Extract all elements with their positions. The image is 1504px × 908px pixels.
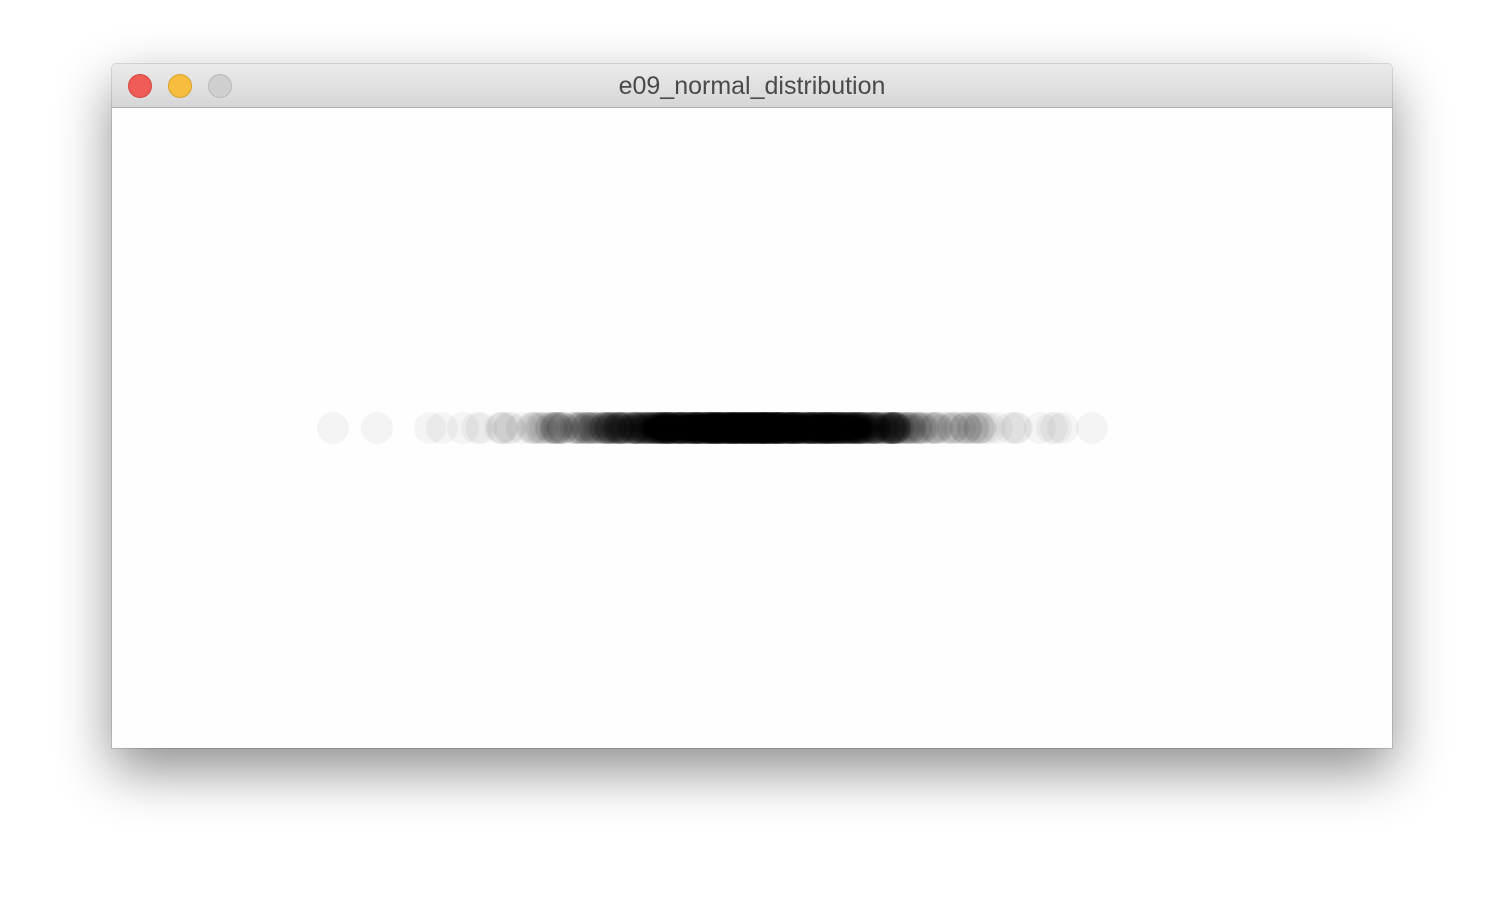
sample-dot	[878, 412, 911, 444]
sample-dot	[1040, 412, 1072, 444]
dot-group	[317, 412, 1108, 444]
sample-dot	[1076, 412, 1108, 444]
sample-dot	[447, 412, 479, 444]
sample-dot	[629, 412, 662, 444]
sample-dot	[515, 412, 548, 444]
title-bar[interactable]: e09_normal_distribution	[112, 64, 1392, 108]
window-title: e09_normal_distribution	[618, 72, 886, 100]
normal-distribution-drawing	[317, 412, 1108, 444]
sample-dot	[848, 412, 881, 444]
sketch-canvas	[112, 108, 1392, 748]
sample-dot	[818, 412, 851, 444]
sample-dot	[692, 412, 725, 444]
sample-dot	[317, 412, 349, 444]
sample-dot	[749, 412, 782, 444]
app-window: e09_normal_distribution	[112, 64, 1392, 748]
sample-dot	[361, 412, 393, 444]
sample-dot	[918, 412, 951, 444]
sample-dot	[576, 412, 609, 444]
